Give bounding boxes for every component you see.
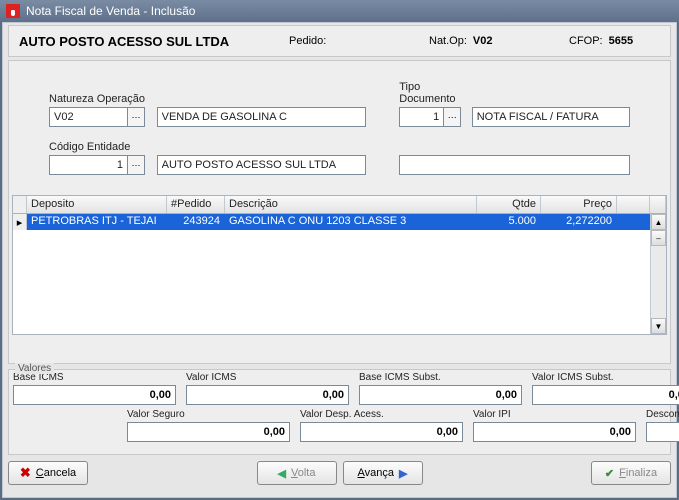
cell-qtde: 5.000: [477, 214, 541, 230]
cell-preco: 2,272200: [541, 214, 617, 230]
valor-icms-subst-label: Valor ICMS Subst.: [532, 372, 679, 383]
valor-desp-input[interactable]: [300, 422, 463, 442]
pedido-label: Pedido:: [289, 35, 326, 47]
back-label-rest: olta: [298, 467, 316, 479]
window-title: Nota Fiscal de Venda - Inclusão: [26, 4, 195, 18]
items-grid: Deposito #Pedido Descrição Qtde Preço ▸ …: [12, 195, 667, 335]
valor-ipi-label: Valor IPI: [473, 409, 636, 420]
main-panel: Natureza Operação ⋯ Tipo Documento ⋯: [8, 60, 671, 364]
back-label-u: V: [291, 467, 298, 479]
finish-button: ✔ Finaliza: [591, 461, 671, 485]
col-deposito[interactable]: Deposito: [27, 196, 167, 213]
tipodoc-code-input[interactable]: [399, 107, 443, 127]
entidade-label: Código Entidade: [49, 141, 151, 153]
natureza-desc: [157, 107, 366, 127]
cell-deposito: PETROBRAS ITJ - TEJAI: [27, 214, 167, 230]
cancel-label-u: C: [36, 467, 44, 479]
scroll-stop-icon[interactable]: –: [651, 230, 666, 246]
natureza-code-input[interactable]: [49, 107, 127, 127]
cell-descricao: GASOLINA C ONU 1203 CLASSE 3: [225, 214, 477, 230]
cancel-label-rest: ancela: [44, 467, 76, 479]
finish-label-rest: inaliza: [626, 467, 657, 479]
cancel-button[interactable]: ✖ Cancela: [8, 461, 88, 485]
next-label-u: A: [358, 467, 365, 479]
totals-panel: Valores Base ICMS Valor ICMS Base ICMS S…: [8, 369, 671, 455]
company-name: AUTO POSTO ACESSO SUL LTDA: [19, 34, 289, 49]
header-bar: AUTO POSTO ACESSO SUL LTDA Pedido: Nat.O…: [8, 25, 671, 57]
check-icon: ✔: [605, 467, 614, 480]
entidade-desc: [157, 155, 366, 175]
desc-acr-label: Desconto/Acréscimo: [646, 409, 679, 420]
table-row[interactable]: ▸ PETROBRAS ITJ - TEJAI 243924 GASOLINA …: [13, 214, 650, 230]
entidade-code-input[interactable]: [49, 155, 127, 175]
grid-marker-column: [13, 196, 27, 213]
valor-seguro-input[interactable]: [127, 422, 290, 442]
extra-field[interactable]: [399, 155, 630, 175]
valor-icms-label: Valor ICMS: [186, 372, 349, 383]
natop-value: V02: [473, 35, 493, 47]
natureza-lookup-button[interactable]: ⋯: [127, 107, 145, 127]
valor-desp-label: Valor Desp. Acess.: [300, 409, 463, 420]
cfop-label: CFOP:: [569, 35, 603, 47]
tipodoc-desc: [472, 107, 630, 127]
valor-ipi-input[interactable]: [473, 422, 636, 442]
grid-header: Deposito #Pedido Descrição Qtde Preço: [13, 196, 666, 214]
row-indicator-icon: ▸: [13, 214, 27, 230]
base-icms-subst-input[interactable]: [359, 385, 522, 405]
base-icms-subst-label: Base ICMS Subst.: [359, 372, 522, 383]
natureza-label: Natureza Operação: [49, 93, 151, 105]
next-label-rest: vança: [365, 467, 394, 479]
button-bar: ✖ Cancela ◀ Volta Avança ▶ ✔ Finaliza: [8, 461, 671, 485]
cfop-value: 5655: [609, 35, 633, 47]
totals-legend: Valores: [15, 363, 54, 374]
tipodoc-label: Tipo Documento: [399, 81, 465, 105]
valor-icms-subst-input[interactable]: [532, 385, 679, 405]
app-icon: [6, 4, 20, 18]
grid-scrollbar[interactable]: ▲ – ▼: [650, 214, 666, 334]
back-button: ◀ Volta: [257, 461, 337, 485]
titlebar: Nota Fiscal de Venda - Inclusão: [0, 0, 679, 22]
scroll-track[interactable]: [651, 246, 666, 318]
desc-acr-input[interactable]: [646, 422, 679, 442]
tipodoc-lookup-button[interactable]: ⋯: [443, 107, 461, 127]
arrow-right-icon: ▶: [399, 467, 407, 480]
base-icms-input[interactable]: [13, 385, 176, 405]
next-button[interactable]: Avança ▶: [343, 461, 423, 485]
window-body: AUTO POSTO ACESSO SUL LTDA Pedido: Nat.O…: [2, 22, 677, 498]
cancel-icon: ✖: [20, 465, 31, 481]
col-descricao[interactable]: Descrição: [225, 196, 477, 213]
natop-label: Nat.Op:: [429, 35, 467, 47]
cell-pedido: 243924: [167, 214, 225, 230]
entidade-lookup-button[interactable]: ⋯: [127, 155, 145, 175]
scroll-down-icon[interactable]: ▼: [651, 318, 666, 334]
col-qtde[interactable]: Qtde: [477, 196, 541, 213]
valor-seguro-label: Valor Seguro: [127, 409, 290, 420]
col-pedido[interactable]: #Pedido: [167, 196, 225, 213]
arrow-left-icon: ◀: [278, 467, 286, 480]
valor-icms-input[interactable]: [186, 385, 349, 405]
finish-label-u: F: [619, 467, 626, 479]
col-preco[interactable]: Preço: [541, 196, 617, 213]
scroll-up-icon[interactable]: ▲: [651, 214, 666, 230]
